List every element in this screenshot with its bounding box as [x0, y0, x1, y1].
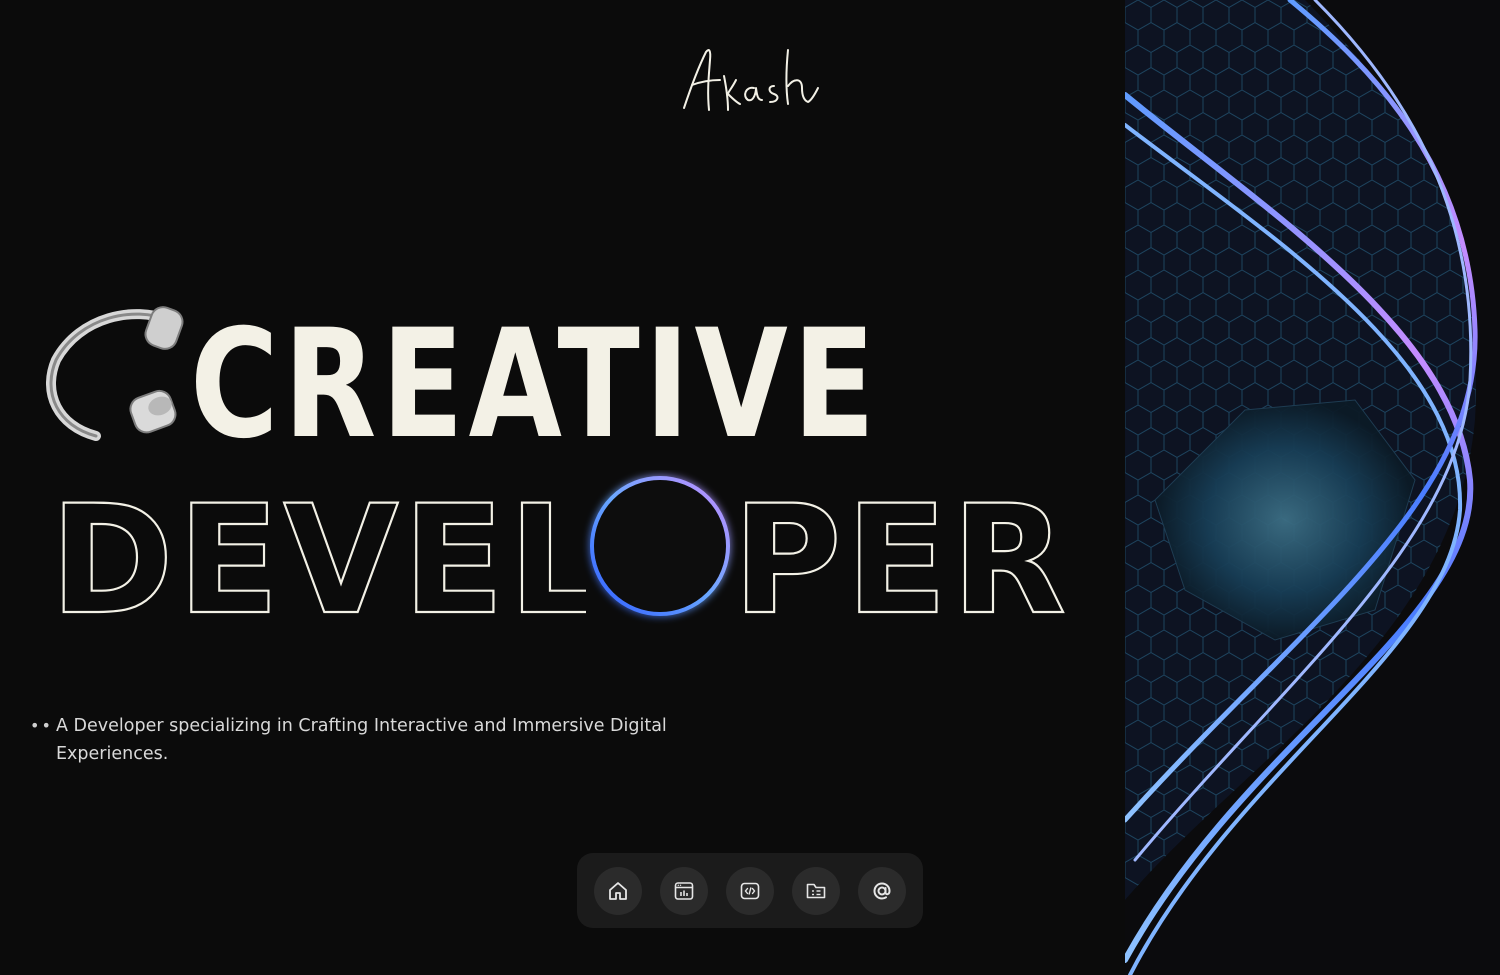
tagline-text: A Developer specializing in Crafting Int… — [56, 716, 667, 764]
code-icon — [740, 882, 760, 899]
dashboard-window-icon — [674, 881, 694, 900]
dock-projects-button[interactable] — [792, 866, 840, 915]
hero-title-creative: CREATIVE — [40, 298, 880, 448]
dock-home-button[interactable] — [594, 866, 642, 915]
bottom-dock-nav — [577, 853, 923, 928]
headphones-icon — [46, 306, 184, 441]
folder-list-icon — [806, 883, 826, 898]
signature-logo[interactable] — [676, 30, 826, 125]
decorative-3d-artwork — [1125, 0, 1500, 975]
home-icon — [609, 881, 627, 900]
glowing-ring-icon — [590, 476, 730, 616]
hero-line2-text: DEVELOPER — [50, 474, 1070, 625]
at-sign-icon — [873, 881, 891, 900]
dock-code-button[interactable] — [726, 866, 774, 915]
signature-drawing — [683, 49, 819, 111]
hero-line1-text: CREATIVE — [190, 298, 880, 448]
dock-dashboard-button[interactable] — [660, 866, 708, 915]
dock-contact-button[interactable] — [858, 866, 906, 915]
tagline-bullet: •• — [30, 716, 53, 735]
tagline: •• A Developer specializing in Crafting … — [30, 712, 730, 768]
hero-title-developer: DEVELOPER — [49, 470, 1080, 649]
